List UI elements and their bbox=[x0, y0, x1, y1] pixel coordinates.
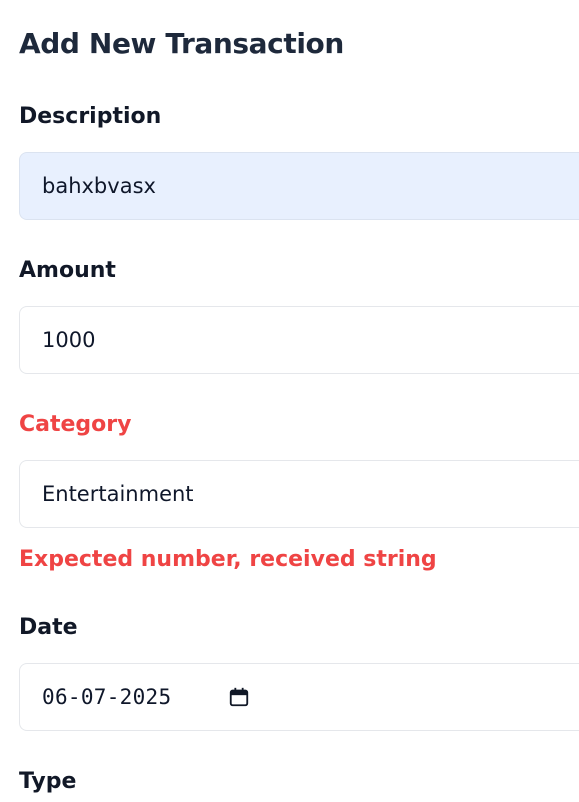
description-input[interactable]: bahxbvasx bbox=[19, 152, 579, 220]
amount-value: 1000 bbox=[42, 328, 96, 352]
date-input[interactable]: 06-07-2025 bbox=[19, 663, 579, 731]
calendar-icon[interactable] bbox=[228, 686, 250, 708]
date-value: 06-07-2025 bbox=[42, 685, 172, 709]
category-value: Entertainment bbox=[42, 482, 194, 506]
category-label: Category bbox=[19, 412, 132, 437]
amount-label: Amount bbox=[19, 258, 116, 283]
description-value: bahxbvasx bbox=[42, 174, 156, 198]
description-label: Description bbox=[19, 104, 162, 129]
amount-input[interactable]: 1000 bbox=[19, 306, 579, 374]
type-label: Type bbox=[19, 769, 77, 794]
date-label: Date bbox=[19, 615, 78, 640]
page-title: Add New Transaction bbox=[19, 27, 344, 60]
category-error-message: Expected number, received string bbox=[19, 547, 437, 572]
category-select[interactable]: Entertainment bbox=[19, 460, 579, 528]
